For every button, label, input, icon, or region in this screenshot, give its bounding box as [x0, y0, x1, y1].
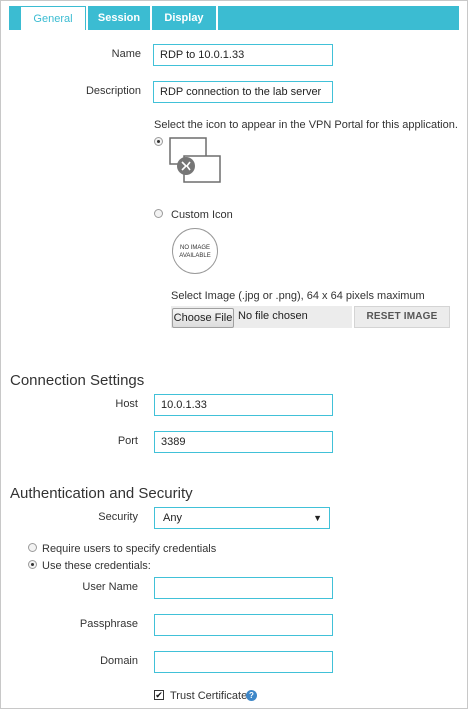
require-credentials-label: Require users to specify credentials	[42, 543, 217, 555]
tab-display[interactable]: Display	[152, 6, 216, 30]
domain-field[interactable]	[154, 651, 333, 673]
tab-general[interactable]: General	[20, 6, 86, 30]
custom-icon-radio[interactable]	[154, 209, 163, 218]
use-credentials-radio[interactable]	[28, 560, 37, 569]
dropdown-arrow-icon: ▼	[313, 513, 322, 523]
trust-certificate-checkbox[interactable]: ✔	[154, 690, 164, 700]
no-image-placeholder: NO IMAGE AVAILABLE	[172, 228, 218, 274]
security-selected-value: Any	[163, 512, 182, 524]
select-image-label: Select Image (.jpg or .png), 64 x 64 pix…	[171, 290, 425, 302]
no-file-chosen-text: No file chosen	[238, 310, 308, 322]
port-field[interactable]	[154, 431, 333, 453]
description-label: Description	[85, 85, 141, 97]
description-field[interactable]	[153, 81, 333, 103]
username-field[interactable]	[154, 577, 333, 599]
no-image-text-line2: AVAILABLE	[179, 253, 211, 259]
icon-prompt: Select the icon to appear in the VPN Por…	[154, 119, 458, 131]
authentication-security-heading: Authentication and Security	[10, 485, 193, 502]
no-image-text-line1: NO IMAGE	[179, 245, 210, 251]
rdp-app-icon	[169, 137, 223, 185]
name-label: Name	[111, 48, 141, 60]
reset-image-button[interactable]: RESET IMAGE	[354, 306, 450, 328]
tab-divider	[216, 6, 218, 30]
username-label: User Name	[82, 581, 138, 593]
security-select[interactable]: Any ▼	[154, 507, 330, 529]
use-credentials-label: Use these credentials:	[42, 560, 151, 572]
connection-settings-heading: Connection Settings	[10, 372, 145, 389]
passphrase-field[interactable]	[154, 614, 333, 636]
host-field[interactable]	[154, 394, 333, 416]
tab-session[interactable]: Session	[88, 6, 150, 30]
require-credentials-radio[interactable]	[28, 543, 37, 552]
host-label: Host	[115, 398, 138, 410]
help-icon[interactable]: ?	[246, 690, 257, 701]
security-label: Security	[98, 511, 138, 523]
name-field[interactable]	[153, 44, 333, 66]
default-icon-radio[interactable]	[154, 137, 163, 146]
domain-label: Domain	[100, 655, 138, 667]
choose-file-button[interactable]: Choose File	[172, 308, 234, 328]
port-label: Port	[117, 435, 138, 447]
tab-bar: General Session Display	[9, 6, 459, 30]
custom-icon-label: Custom Icon	[171, 209, 233, 221]
trust-certificate-label: Trust Certificate	[170, 690, 248, 702]
passphrase-label: Passphrase	[79, 618, 138, 630]
